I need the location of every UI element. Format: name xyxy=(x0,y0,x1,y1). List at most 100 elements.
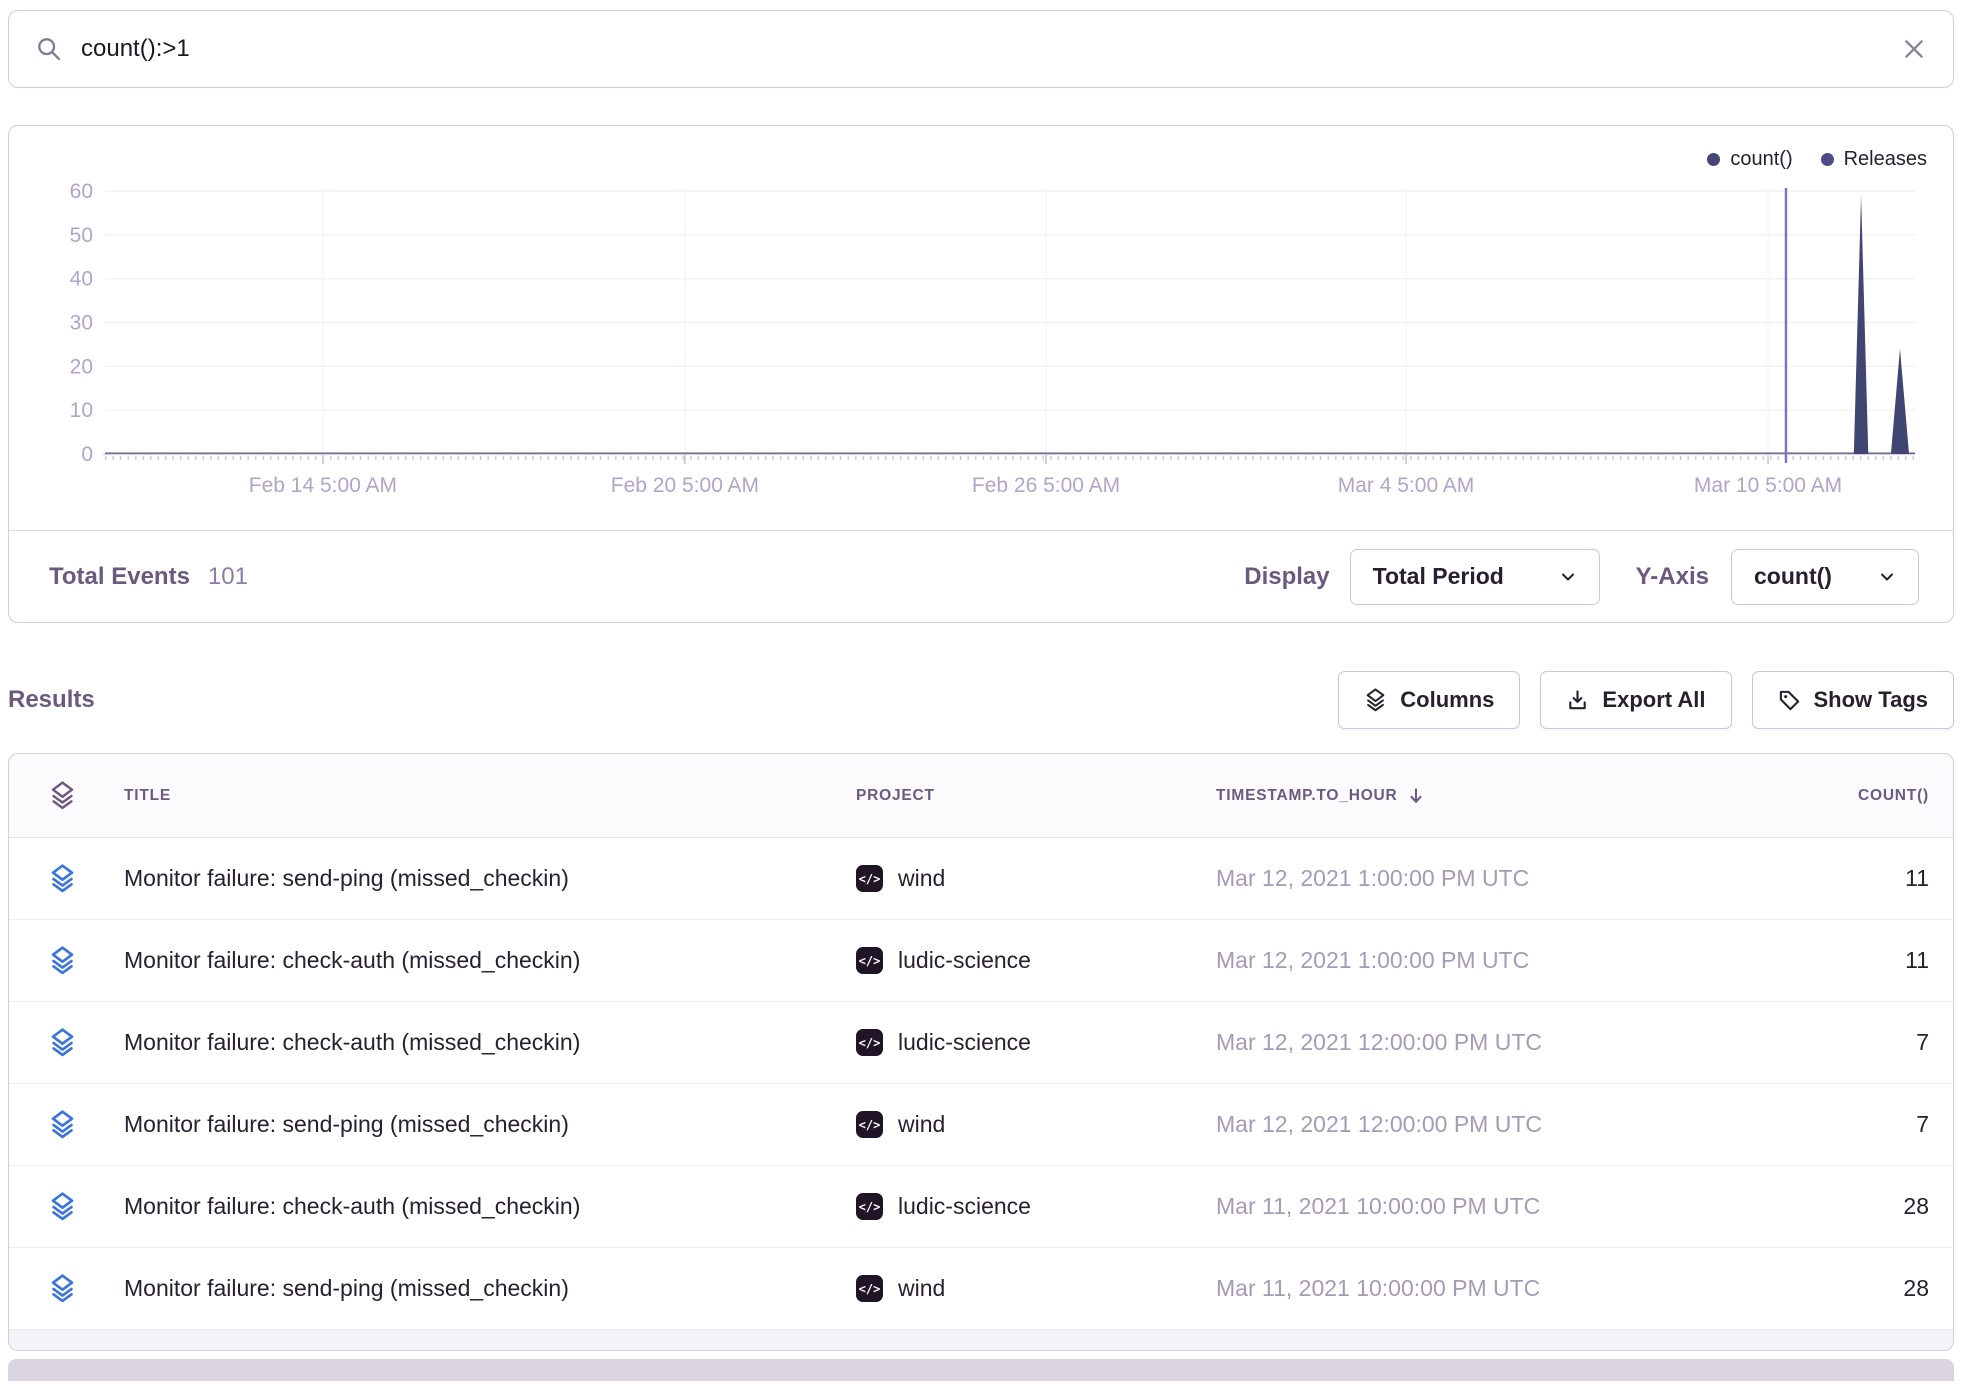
column-header-title[interactable]: TITLE xyxy=(116,787,849,805)
project-cell: </> wind xyxy=(849,1275,1209,1302)
timestamp: Mar 12, 2021 12:00:00 PM UTC xyxy=(1209,1111,1689,1138)
show-tags-button[interactable]: Show Tags xyxy=(1752,671,1955,729)
column-header-project[interactable]: PROJECT xyxy=(849,787,1209,805)
display-dropdown[interactable]: Total Period xyxy=(1350,549,1600,605)
stack-icon xyxy=(49,1028,76,1057)
bottom-panel-edge xyxy=(8,1359,1954,1381)
stack-icon xyxy=(49,1110,76,1139)
stack-icon xyxy=(49,864,76,893)
svg-text:60: 60 xyxy=(70,180,93,203)
discover-page: count():>1 count() Releases 0 10 20 30 40 50 6… xyxy=(0,10,1962,1381)
project-cell: </> ludic-science xyxy=(849,947,1209,974)
table-row[interactable]: Monitor failure: check-auth (missed_chec… xyxy=(9,920,1953,1002)
project-platform-icon: </> xyxy=(856,1029,883,1056)
count-value: 7 xyxy=(1689,1111,1953,1138)
project-platform-icon: </> xyxy=(856,865,883,892)
stack-icon xyxy=(49,1192,76,1221)
svg-text:Feb 26 5:00 AM: Feb 26 5:00 AM xyxy=(972,474,1120,497)
table-header-row: TITLE PROJECT TIMESTAMP.TO_HOUR COUNT() xyxy=(9,754,1953,838)
display-label: Display xyxy=(1244,563,1329,591)
count-value: 28 xyxy=(1689,1275,1953,1302)
chart-panel: count() Releases 0 10 20 30 40 50 60 Feb 14 5:0… xyxy=(8,125,1954,623)
count-value: 7 xyxy=(1689,1029,1953,1056)
count-value: 28 xyxy=(1689,1193,1953,1220)
columns-button[interactable]: Columns xyxy=(1338,671,1520,729)
svg-text:Feb 14 5:00 AM: Feb 14 5:00 AM xyxy=(249,474,397,497)
export-all-button[interactable]: Export All xyxy=(1540,671,1731,729)
svg-text:20: 20 xyxy=(70,355,93,378)
table-footer-strip xyxy=(9,1330,1953,1350)
table-row[interactable]: Monitor failure: send-ping (missed_check… xyxy=(9,1084,1953,1166)
project-name: ludic-science xyxy=(898,947,1031,974)
event-title[interactable]: Monitor failure: check-auth (missed_chec… xyxy=(116,1029,849,1056)
project-name: wind xyxy=(898,1111,945,1138)
project-name: ludic-science xyxy=(898,1193,1031,1220)
column-header-timestamp[interactable]: TIMESTAMP.TO_HOUR xyxy=(1209,785,1689,807)
project-cell: </> wind xyxy=(849,865,1209,892)
chart-legend: count() Releases xyxy=(1707,148,1927,171)
chart-footer: Total Events 101 Display Total Period Y-… xyxy=(9,530,1953,622)
column-header-count[interactable]: COUNT() xyxy=(1689,787,1953,805)
search-input[interactable]: count():>1 xyxy=(81,35,1883,63)
event-title[interactable]: Monitor failure: send-ping (missed_check… xyxy=(116,1275,849,1302)
legend-count-dot xyxy=(1707,153,1720,166)
event-title[interactable]: Monitor failure: send-ping (missed_check… xyxy=(116,1111,849,1138)
stack-icon xyxy=(49,946,76,975)
svg-text:30: 30 xyxy=(70,312,93,335)
project-name: ludic-science xyxy=(898,1029,1031,1056)
stack-icon xyxy=(49,781,76,810)
count-value: 11 xyxy=(1689,947,1953,974)
results-header-row: Results Columns Export All xyxy=(8,671,1954,729)
yaxis-dropdown[interactable]: count() xyxy=(1731,549,1919,605)
project-platform-icon: </> xyxy=(856,1111,883,1138)
chevron-down-icon xyxy=(1559,568,1577,586)
sort-arrow-down-icon xyxy=(1406,785,1426,807)
yaxis-label: Y-Axis xyxy=(1636,563,1709,591)
event-title[interactable]: Monitor failure: check-auth (missed_chec… xyxy=(116,947,849,974)
svg-text:Mar 4 5:00 AM: Mar 4 5:00 AM xyxy=(1338,474,1475,497)
events-chart: 0 10 20 30 40 50 60 Feb 14 5:00 AM Feb 20 5:00 A… xyxy=(9,154,1953,534)
timestamp: Mar 11, 2021 10:00:00 PM UTC xyxy=(1209,1193,1689,1220)
table-row[interactable]: Monitor failure: send-ping (missed_check… xyxy=(9,838,1953,920)
event-title[interactable]: Monitor failure: check-auth (missed_chec… xyxy=(116,1193,849,1220)
event-title[interactable]: Monitor failure: send-ping (missed_check… xyxy=(116,865,849,892)
table-row[interactable]: Monitor failure: check-auth (missed_chec… xyxy=(9,1002,1953,1084)
stack-icon xyxy=(1364,688,1387,712)
tag-icon xyxy=(1778,689,1801,712)
download-icon xyxy=(1566,689,1589,712)
results-table: TITLE PROJECT TIMESTAMP.TO_HOUR COUNT() … xyxy=(8,753,1954,1351)
search-icon xyxy=(35,35,63,63)
table-body: Monitor failure: send-ping (missed_check… xyxy=(9,838,1953,1330)
project-platform-icon: </> xyxy=(856,1275,883,1302)
chevron-down-icon xyxy=(1878,568,1896,586)
project-name: wind xyxy=(898,1275,945,1302)
timestamp: Mar 12, 2021 1:00:00 PM UTC xyxy=(1209,865,1689,892)
stack-icon xyxy=(49,1274,76,1303)
timestamp: Mar 12, 2021 12:00:00 PM UTC xyxy=(1209,1029,1689,1056)
svg-text:Mar 10 5:00 AM: Mar 10 5:00 AM xyxy=(1694,474,1842,497)
legend-releases[interactable]: Releases xyxy=(1821,148,1927,171)
project-platform-icon: </> xyxy=(856,947,883,974)
svg-text:Feb 20 5:00 AM: Feb 20 5:00 AM xyxy=(611,474,759,497)
project-cell: </> wind xyxy=(849,1111,1209,1138)
close-icon[interactable] xyxy=(1901,36,1927,62)
timestamp: Mar 11, 2021 10:00:00 PM UTC xyxy=(1209,1275,1689,1302)
timestamp: Mar 12, 2021 1:00:00 PM UTC xyxy=(1209,947,1689,974)
svg-text:0: 0 xyxy=(81,443,93,466)
count-value: 11 xyxy=(1689,865,1953,892)
table-row[interactable]: Monitor failure: send-ping (missed_check… xyxy=(9,1248,1953,1330)
svg-text:40: 40 xyxy=(70,268,93,291)
total-events-label: Total Events xyxy=(49,563,190,591)
project-name: wind xyxy=(898,865,945,892)
legend-count[interactable]: count() xyxy=(1707,148,1792,171)
project-platform-icon: </> xyxy=(856,1193,883,1220)
legend-releases-dot xyxy=(1821,153,1834,166)
project-cell: </> ludic-science xyxy=(849,1193,1209,1220)
table-row[interactable]: Monitor failure: check-auth (missed_chec… xyxy=(9,1166,1953,1248)
search-bar: count():>1 xyxy=(8,10,1954,88)
svg-text:10: 10 xyxy=(70,399,93,422)
results-heading: Results xyxy=(8,686,95,714)
project-cell: </> ludic-science xyxy=(849,1029,1209,1056)
svg-text:50: 50 xyxy=(70,224,93,247)
total-events-value: 101 xyxy=(208,563,248,591)
